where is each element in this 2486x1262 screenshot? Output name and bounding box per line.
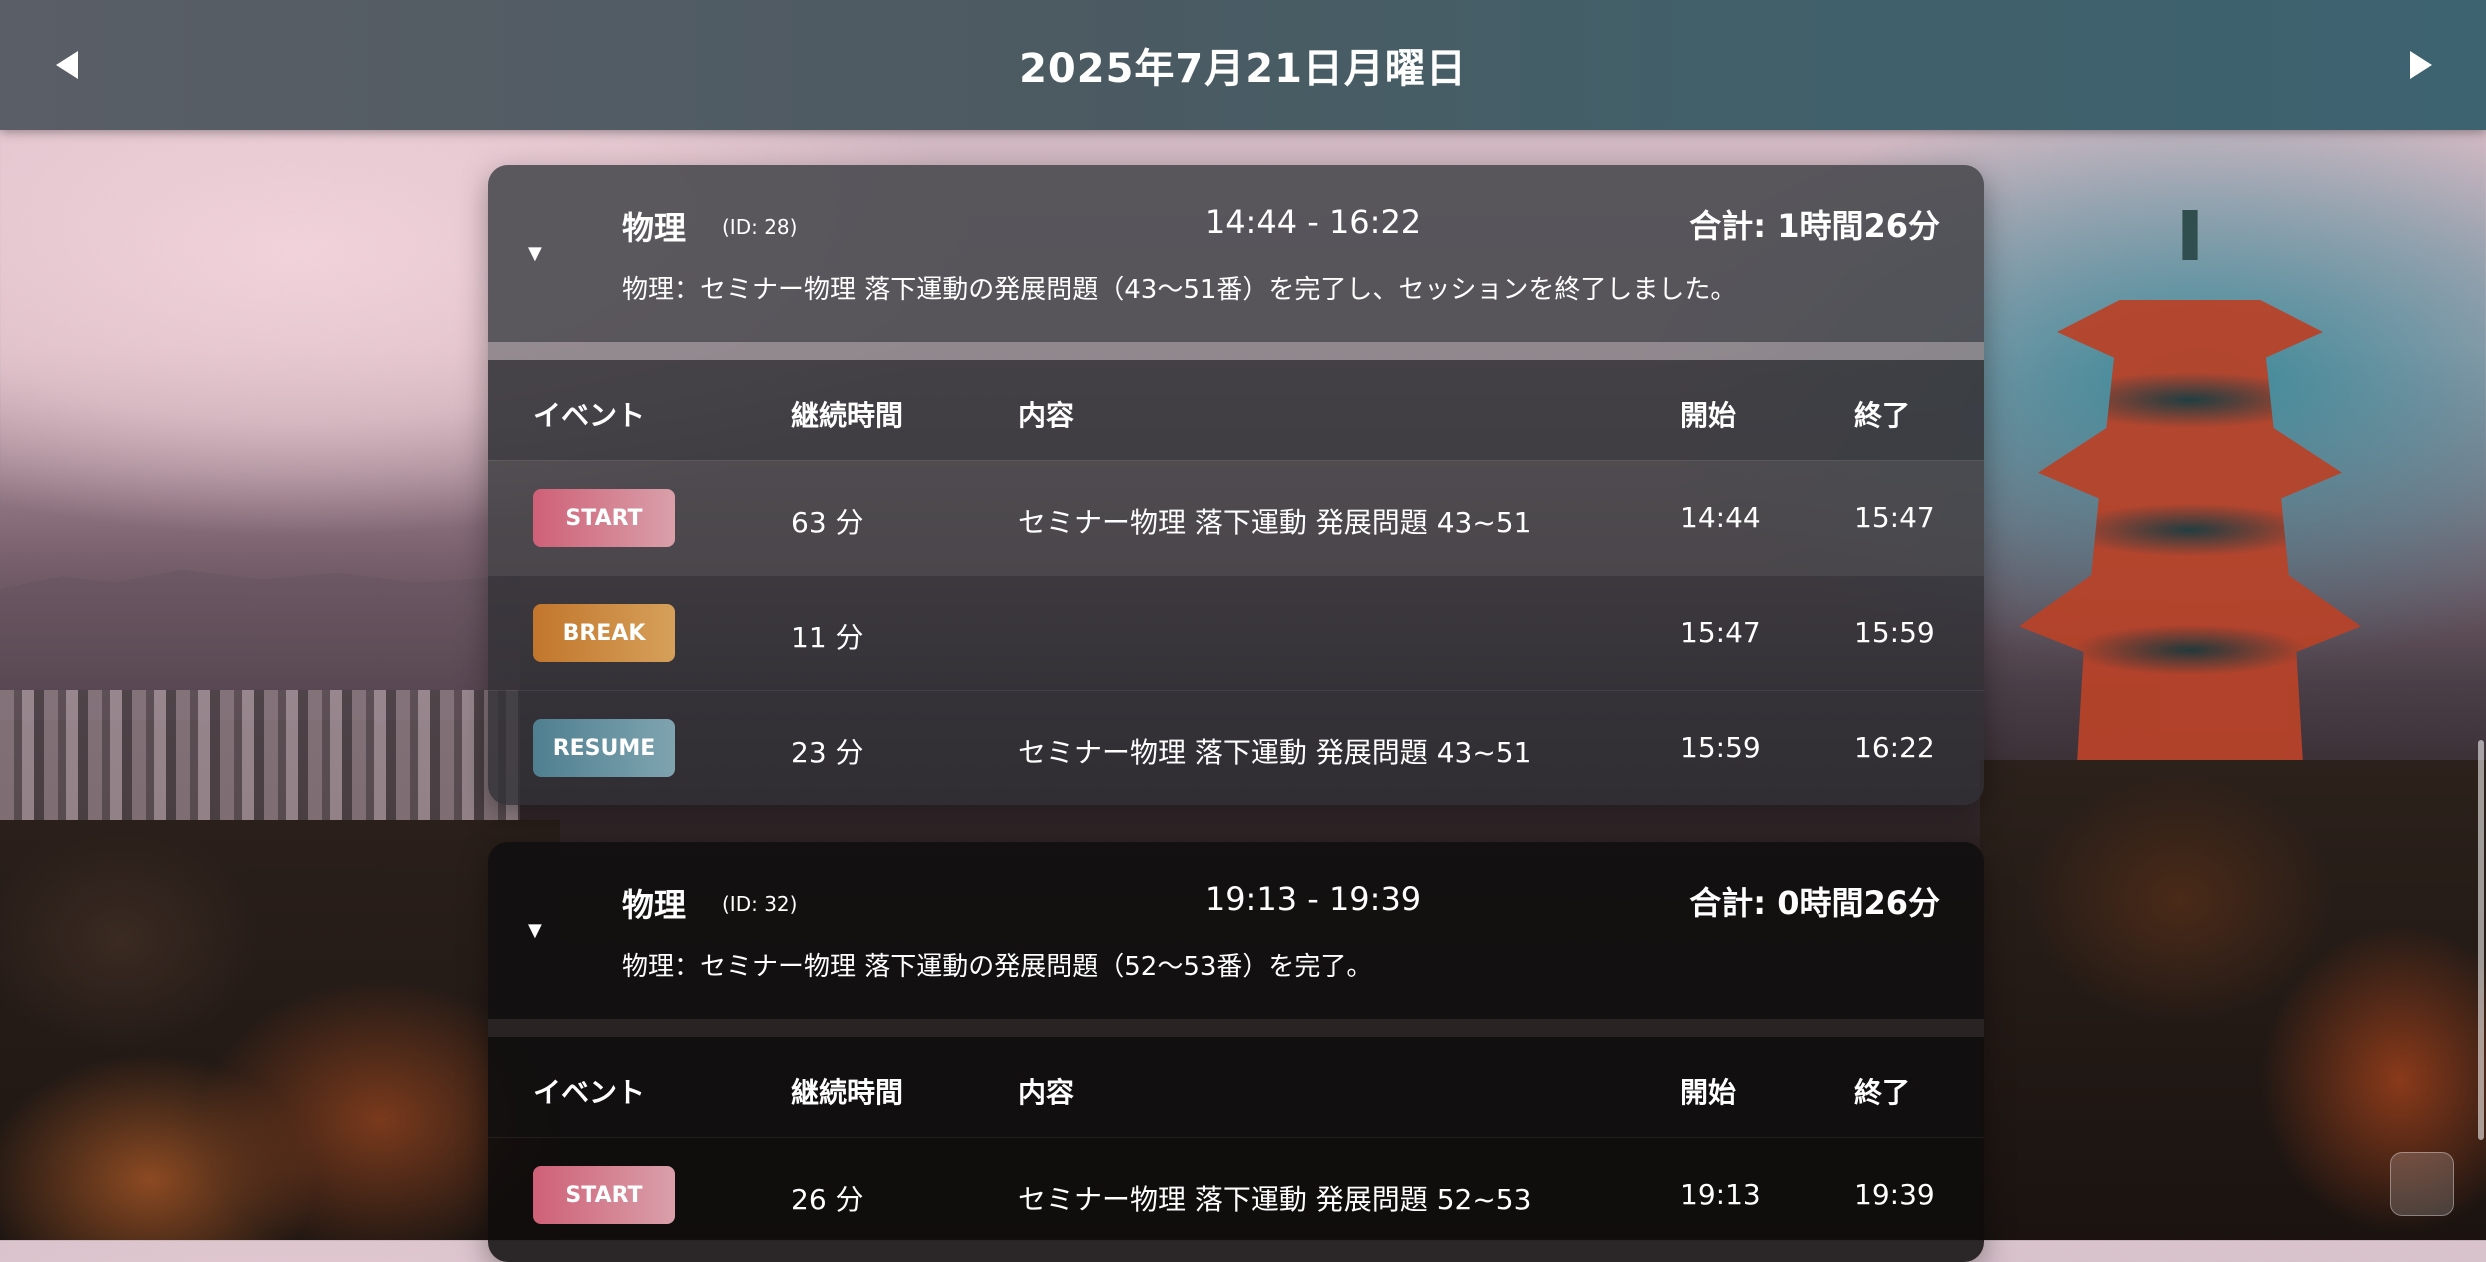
- table-row: RESUME 23 分 セミナー物理 落下運動 発展問題 43~51 15:59…: [488, 690, 1984, 805]
- session-id: (ID: 28): [722, 215, 798, 239]
- event-start-time: 15:47: [1680, 616, 1761, 649]
- session-total: 合計: 0時間26分: [1689, 878, 1940, 924]
- next-day-button[interactable]: [2396, 40, 2446, 90]
- event-end-time: 16:22: [1854, 731, 1935, 764]
- date-header: 2025年7月21日月曜日: [0, 0, 2486, 130]
- event-content: セミナー物理 落下運動 発展問題 43~51: [1018, 506, 1532, 539]
- session-header[interactable]: ▼ 物理 (ID: 28) 14:44 - 16:22 合計: 1時間26分 物…: [488, 165, 1984, 342]
- session-total-value: 0時間26分: [1777, 884, 1940, 922]
- event-end-time: 19:39: [1854, 1178, 1935, 1211]
- event-badge-break: BREAK: [533, 604, 675, 662]
- table-row: START 26 分 セミナー物理 落下運動 発展問題 52~53 19:13 …: [488, 1137, 1984, 1252]
- session-subject: 物理: [622, 209, 687, 247]
- event-start-time: 14:44: [1680, 501, 1761, 534]
- background-trees-left: [0, 820, 560, 1240]
- session-card: ▼ 物理 (ID: 28) 14:44 - 16:22 合計: 1時間26分 物…: [488, 165, 1984, 805]
- session-total-label: 合計:: [1689, 884, 1767, 922]
- event-duration: 26 分: [791, 1183, 864, 1216]
- event-duration: 23 分: [791, 736, 864, 769]
- session-card: ▼ 物理 (ID: 32) 19:13 - 19:39 合計: 0時間26分 物…: [488, 842, 1984, 1262]
- column-header-content: 内容: [1018, 1076, 1075, 1109]
- session-total-value: 1時間26分: [1777, 207, 1940, 245]
- column-header-start: 開始: [1680, 1076, 1737, 1109]
- date-title: 2025年7月21日月曜日: [1019, 46, 1467, 92]
- column-header-duration: 継続時間: [791, 1076, 904, 1109]
- triangle-right-icon: [2410, 51, 2432, 79]
- event-content: セミナー物理 落下運動 発展問題 52~53: [1018, 1183, 1532, 1216]
- column-header-content: 内容: [1018, 399, 1075, 432]
- background-mountains: [0, 569, 520, 720]
- floating-action-button[interactable]: [2390, 1152, 2454, 1216]
- session-summary: 物理：セミナー物理 落下運動の発展問題（52〜53番）を完了。: [622, 952, 1373, 982]
- session-summary: 物理：セミナー物理 落下運動の発展問題（43〜51番）を完了し、セッションを終了…: [622, 275, 1737, 305]
- column-header-event: イベント: [533, 1076, 646, 1109]
- event-end-time: 15:47: [1854, 501, 1935, 534]
- table-row: BREAK 11 分 15:47 15:59: [488, 575, 1984, 690]
- column-header-event: イベント: [533, 399, 646, 432]
- event-badge-start: START: [533, 489, 675, 547]
- event-badge-resume: RESUME: [533, 719, 675, 777]
- event-duration: 11 分: [791, 621, 864, 654]
- event-start-time: 19:13: [1680, 1178, 1761, 1211]
- table-row: START 63 分 セミナー物理 落下運動 発展問題 43~51 14:44 …: [488, 460, 1984, 575]
- session-total: 合計: 1時間26分: [1689, 201, 1940, 247]
- triangle-down-icon[interactable]: ▼: [528, 243, 542, 264]
- event-content: セミナー物理 落下運動 発展問題 43~51: [1018, 736, 1532, 769]
- column-header-duration: 継続時間: [791, 399, 904, 432]
- triangle-down-icon[interactable]: ▼: [528, 920, 542, 941]
- session-total-label: 合計:: [1689, 207, 1767, 245]
- event-badge-start: START: [533, 1166, 675, 1224]
- session-id: (ID: 32): [722, 892, 798, 916]
- table-header: イベント 継続時間 内容 開始 終了: [488, 1037, 1984, 1137]
- background-city: [0, 690, 520, 860]
- background-pagoda: [2019, 140, 2361, 780]
- event-duration: 63 分: [791, 506, 864, 539]
- divider: [488, 342, 1984, 360]
- event-end-time: 15:59: [1854, 616, 1935, 649]
- session-time-range: 19:13 - 19:39: [1204, 880, 1422, 918]
- scrollbar-thumb[interactable]: [2478, 740, 2484, 1140]
- session-subject: 物理: [622, 886, 687, 924]
- column-header-end: 終了: [1854, 1076, 1911, 1109]
- divider: [488, 1019, 1984, 1037]
- table-header: イベント 継続時間 内容 開始 終了: [488, 360, 1984, 460]
- session-time-range: 14:44 - 16:22: [1204, 203, 1422, 241]
- event-start-time: 15:59: [1680, 731, 1761, 764]
- column-header-start: 開始: [1680, 399, 1737, 432]
- column-header-end: 終了: [1854, 399, 1911, 432]
- session-header[interactable]: ▼ 物理 (ID: 32) 19:13 - 19:39 合計: 0時間26分 物…: [488, 842, 1984, 1019]
